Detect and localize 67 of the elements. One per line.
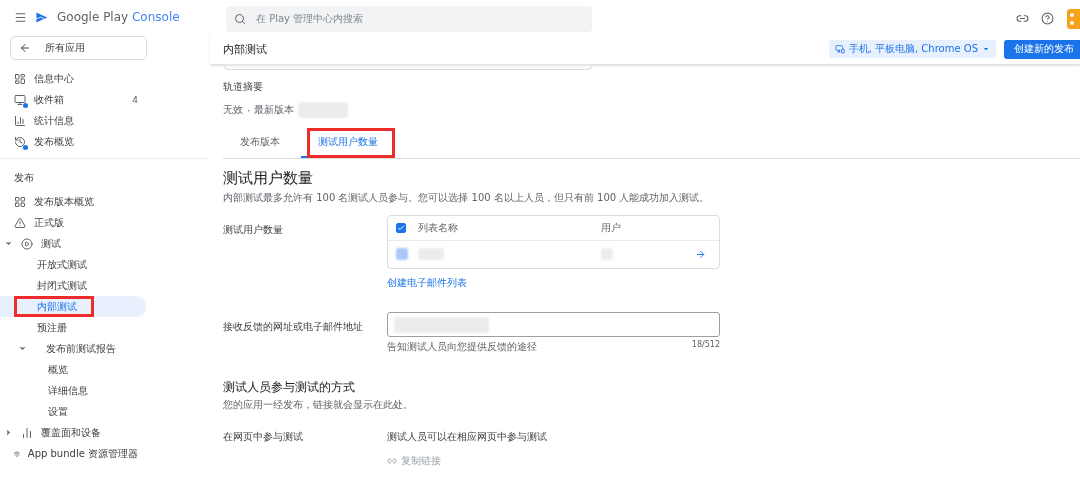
- nav-icon: [14, 114, 26, 127]
- nav-item[interactable]: 测试: [0, 233, 146, 254]
- nav-item[interactable]: 发布前测试报告: [0, 338, 146, 359]
- back-icon: [19, 42, 31, 54]
- nav-item[interactable]: 发布版本概览: [0, 191, 146, 212]
- search-icon: [234, 12, 246, 25]
- character-counter: 18/512: [691, 340, 720, 351]
- track-summary-label: 轨道摘要: [223, 80, 264, 94]
- nav-icon: [14, 93, 26, 106]
- section-description: 您的应用一经发布，链接就会显示在此处。: [223, 398, 414, 412]
- section-heading: 测试人员参与测试的方式: [223, 380, 356, 395]
- nav-icon: [14, 216, 26, 229]
- product-name: Google Play Console: [57, 10, 180, 24]
- logo-icon: [35, 10, 49, 24]
- nav-item[interactable]: 预注册: [0, 317, 146, 338]
- column-header: 用户: [601, 221, 622, 235]
- search-field[interactable]: 在 Play 管理中心内搜索: [226, 5, 592, 32]
- help-icon[interactable]: [1041, 12, 1054, 25]
- field-label: 接收反馈的网址或电子邮件地址: [223, 320, 364, 334]
- column-header: 列表名称: [418, 221, 459, 235]
- collapse-icon[interactable]: [4, 428, 13, 437]
- select-all-checkbox[interactable]: [396, 223, 406, 233]
- arrow-right-icon[interactable]: [695, 249, 706, 260]
- tab[interactable]: 测试用户数量: [301, 128, 395, 158]
- nav-item[interactable]: 正式版: [0, 212, 146, 233]
- nav-icon: [21, 237, 33, 250]
- nav-item[interactable]: 内部测试: [0, 296, 146, 317]
- caret-icon: [982, 45, 990, 53]
- tab[interactable]: 发布版本: [223, 128, 297, 158]
- device-dropdown[interactable]: 手机, 平板电脑, Chrome OS: [828, 40, 996, 58]
- nav-item[interactable]: 封闭式测试: [0, 275, 146, 296]
- field-label: 在网页中参与测试: [223, 430, 304, 444]
- link-icon: [387, 456, 397, 466]
- create-release-button[interactable]: 创建新的发布: [1004, 39, 1080, 59]
- nav-item[interactable]: 设置: [0, 401, 146, 422]
- back-button[interactable]: 所有应用: [10, 36, 147, 60]
- separator-text: ·: [247, 104, 251, 116]
- nav-icon: [21, 426, 33, 439]
- menu-icon[interactable]: [14, 10, 27, 24]
- device-icon: [834, 44, 845, 54]
- nav-item[interactable]: 统计信息: [0, 110, 146, 131]
- create-list-link[interactable]: 创建电子邮件列表: [387, 276, 467, 290]
- section-description: 内部测试最多允许有 100 名测试人员参与。您可以选择 100 名以上人员，但只有前 100 人能成功加入测试。: [223, 191, 711, 205]
- unread-count: 4: [132, 94, 138, 105]
- link-icon[interactable]: [1016, 12, 1029, 25]
- nav-item[interactable]: 概览: [0, 359, 146, 380]
- nav-item[interactable]: 开放式测试: [0, 254, 146, 275]
- nav-item[interactable]: 详细信息: [0, 380, 146, 401]
- nav-item[interactable]: 收件箱 4: [0, 89, 146, 110]
- nav-icon: [14, 135, 26, 148]
- expand-icon[interactable]: [18, 344, 27, 353]
- section-title: 发布: [0, 158, 210, 191]
- helper-text: 告知测试人员向您提供反馈的途径: [387, 340, 537, 354]
- nav-item[interactable]: 覆盖面和设备: [0, 422, 146, 443]
- field-label: 测试用户数量: [223, 223, 284, 237]
- section-heading: 测试用户数量: [223, 169, 314, 188]
- nav-item[interactable]: 信息中心: [0, 68, 146, 89]
- nav-item[interactable]: App bundle 资源管理器: [0, 443, 146, 464]
- expand-icon[interactable]: [4, 239, 13, 248]
- nav-icon: [14, 195, 26, 208]
- nav-icon: [14, 72, 26, 85]
- latest-version-label: 最新版本: [254, 103, 295, 117]
- status-text: 无效: [223, 103, 243, 117]
- nav-item[interactable]: 发布概览: [0, 131, 146, 152]
- join-description: 测试人员可以在相应网页中参与测试: [387, 430, 548, 444]
- feedback-input[interactable]: [387, 312, 720, 337]
- page-title: 内部测试: [223, 41, 267, 57]
